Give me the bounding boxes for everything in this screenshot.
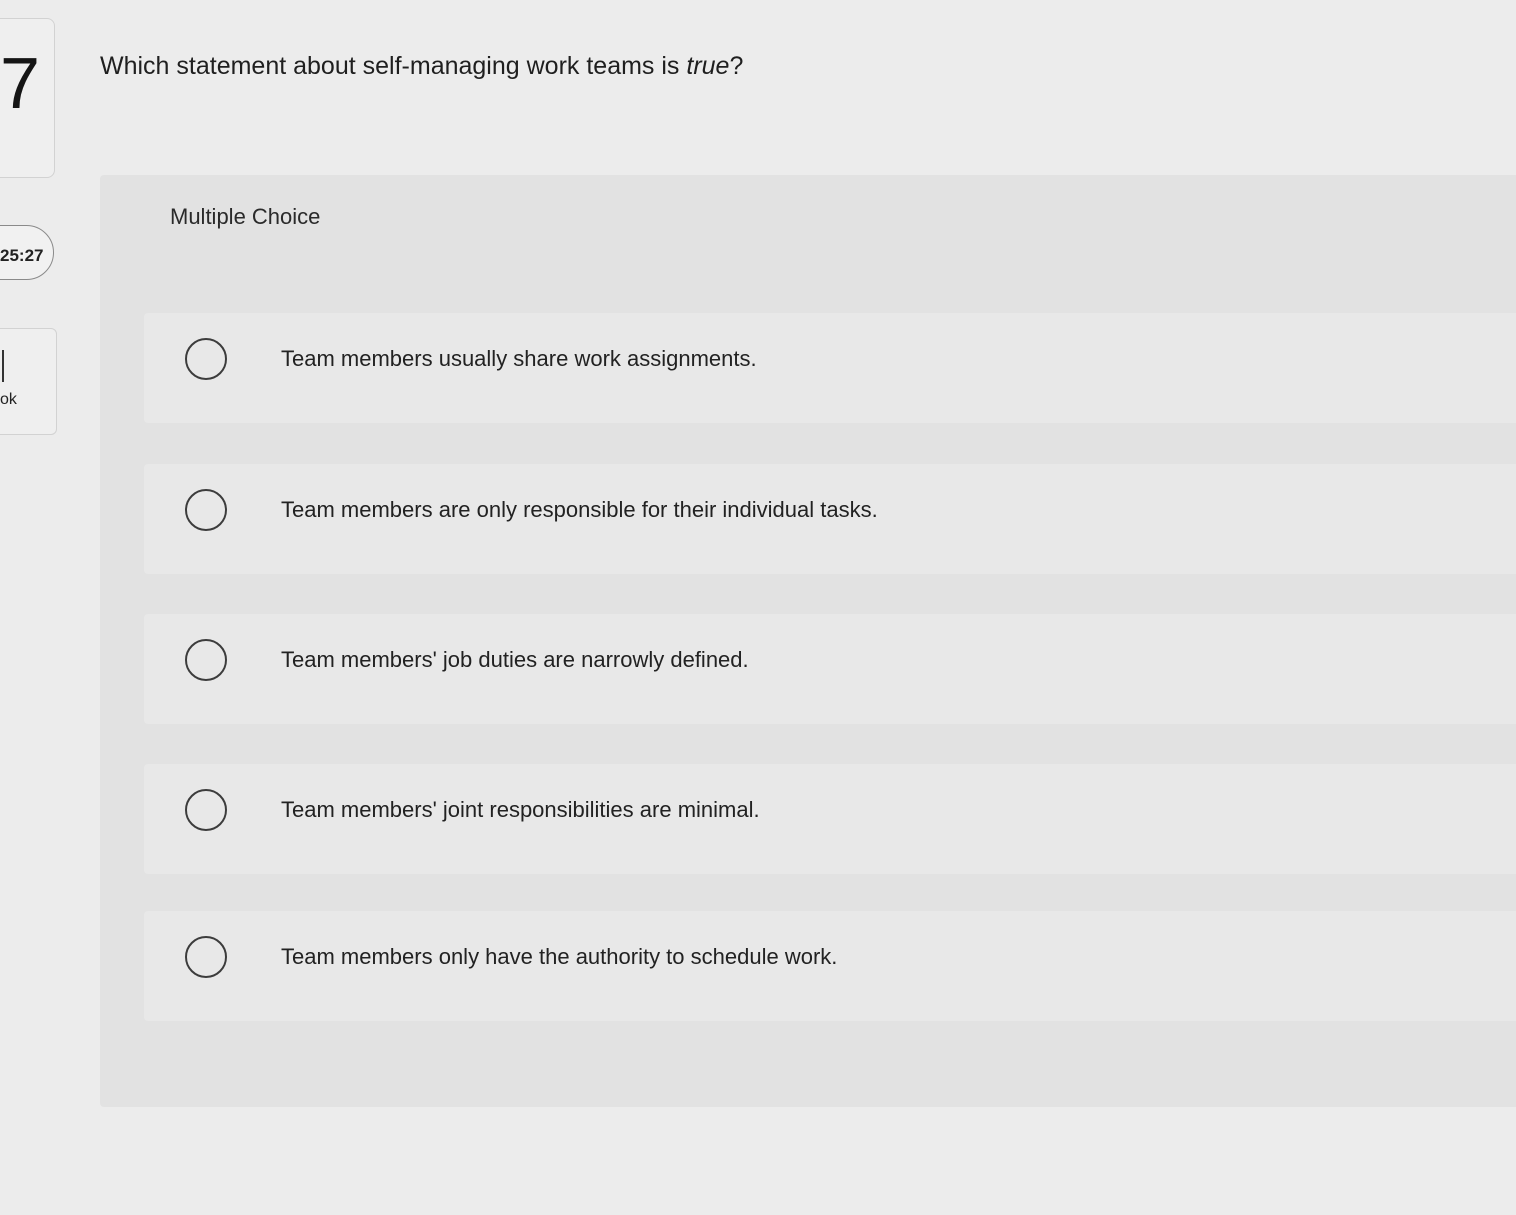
radio-button-icon[interactable] xyxy=(185,789,227,831)
radio-button-icon[interactable] xyxy=(185,489,227,531)
question-prompt-emphasis: true xyxy=(686,52,730,80)
radio-button-icon[interactable] xyxy=(185,338,227,380)
ebook-label: ok xyxy=(0,391,17,408)
radio-button-icon[interactable] xyxy=(185,936,227,978)
choice-label: Team members usually share work assignme… xyxy=(281,346,757,371)
left-rail: 7 25:27 ok xyxy=(0,0,60,1215)
choice-label: Team members only have the authority to … xyxy=(281,944,838,969)
choice-option-5[interactable]: Team members only have the authority to … xyxy=(144,911,1516,1021)
radio-button-icon[interactable] xyxy=(185,639,227,681)
choice-option-4[interactable]: Team members' joint responsibilities are… xyxy=(144,764,1516,874)
question-number: 7 xyxy=(0,44,41,124)
choice-option-1[interactable]: Team members usually share work assignme… xyxy=(144,313,1516,423)
choice-label: Team members are only responsible for th… xyxy=(281,497,878,522)
answer-panel: Multiple Choice Team members usually sha… xyxy=(100,175,1516,1107)
question-prompt-end: ? xyxy=(729,52,744,80)
choice-label: Team members' job duties are narrowly de… xyxy=(281,647,749,672)
question-prompt-text: Which statement about self-managing work… xyxy=(100,52,687,80)
choice-option-3[interactable]: Team members' job duties are narrowly de… xyxy=(144,614,1516,724)
multiple-choice-label: Multiple Choice xyxy=(170,204,321,229)
choice-option-2[interactable]: Team members are only responsible for th… xyxy=(144,464,1516,574)
ebook-icon xyxy=(2,350,4,382)
choice-label: Team members' joint responsibilities are… xyxy=(281,797,760,822)
question-prompt: Which statement about self-managing work… xyxy=(100,52,743,81)
ebook-button[interactable] xyxy=(0,328,57,435)
timer-text: 25:27 xyxy=(0,246,44,265)
